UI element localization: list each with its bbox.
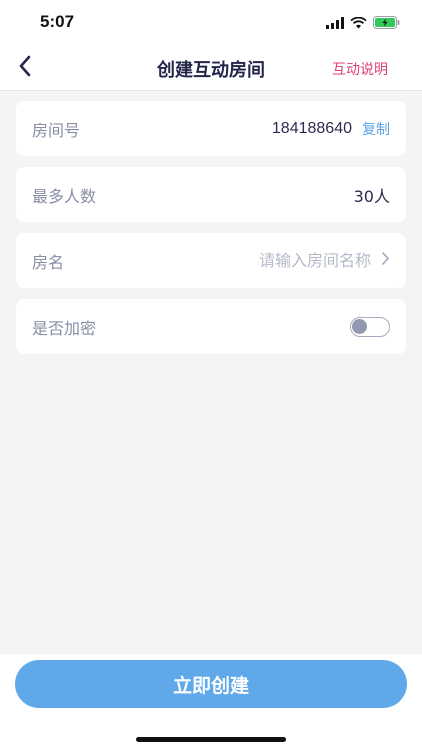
room-number-label: 房间号 [32, 120, 81, 140]
status-time: 5:07 [40, 12, 75, 31]
room-name-row[interactable]: 房名 [16, 233, 406, 288]
encrypt-row: 是否加密 [16, 299, 406, 354]
copy-button[interactable]: 复制 [362, 119, 390, 139]
create-button[interactable]: 立即创建 [15, 660, 407, 708]
encrypt-label: 是否加密 [32, 318, 97, 338]
max-people-row: 最多人数 30人 [16, 167, 406, 222]
room-number-value-group: 184188640 复制 [272, 119, 390, 139]
nav-bar: 创建互动房间 互动说明 [0, 46, 422, 91]
battery-charging-icon [373, 14, 400, 33]
max-people-label: 最多人数 [32, 186, 97, 206]
help-link[interactable]: 互动说明 [332, 59, 388, 79]
bottom-bar: 立即创建 [0, 654, 422, 750]
room-name-label: 房名 [32, 252, 65, 272]
room-name-input-group [221, 251, 390, 270]
room-number-row: 房间号 184188640 复制 [16, 101, 406, 156]
chevron-right-icon [381, 251, 390, 270]
home-indicator [136, 737, 286, 742]
status-bar: 5:07 [0, 0, 422, 46]
signal-icon [326, 14, 344, 33]
max-people-value: 30人 [353, 186, 390, 206]
room-number-value: 184188640 [271, 119, 352, 137]
status-icons [326, 14, 400, 33]
encrypt-toggle[interactable] [350, 316, 390, 337]
toggle-knob [352, 318, 367, 334]
room-name-input[interactable] [221, 251, 371, 270]
wifi-icon [350, 14, 367, 33]
